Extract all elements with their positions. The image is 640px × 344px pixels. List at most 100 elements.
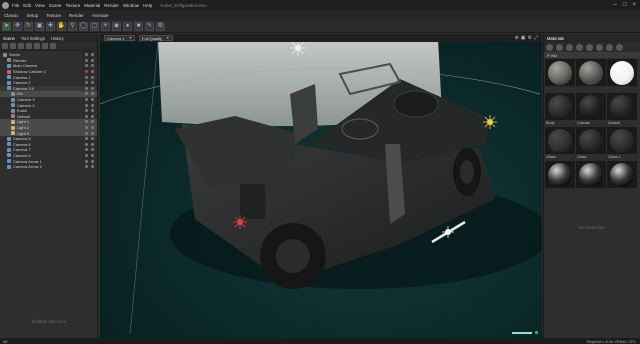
material-swatch[interactable]: Glass [576, 127, 606, 160]
delete-icon[interactable] [26, 43, 32, 49]
lock-toggle-icon[interactable] [91, 142, 94, 146]
maximize-icon[interactable]: □ [623, 1, 627, 9]
visibility-toggle-icon[interactable] [85, 109, 88, 113]
sphere-tool-icon[interactable]: ● [123, 21, 132, 31]
visibility-toggle-icon[interactable] [85, 70, 88, 74]
close-icon[interactable]: × [632, 1, 636, 9]
viewport-settings-icon[interactable]: ⚙ [528, 35, 532, 41]
material-tool-icon[interactable] [546, 43, 553, 51]
cube-tool-icon[interactable]: ■ [134, 21, 143, 31]
lock-toggle-icon[interactable] [91, 148, 94, 152]
material-swatch[interactable] [576, 59, 606, 92]
visibility-toggle-icon[interactable] [85, 64, 88, 68]
visibility-toggle-icon[interactable] [85, 131, 88, 135]
material-swatch[interactable]: Default [607, 93, 637, 126]
tab-scene[interactable]: Scene [0, 36, 18, 41]
camera-select[interactable]: Camera 1 ▼ [104, 35, 136, 41]
add-light-icon[interactable] [10, 43, 16, 49]
light-tool-icon[interactable]: ☀ [101, 21, 110, 31]
center-view-icon[interactable]: ⊕ [515, 35, 519, 41]
lock-toggle-icon[interactable] [91, 159, 94, 163]
minimize-icon[interactable]: – [614, 1, 617, 9]
viewport[interactable]: Camera 1 ▼ Full Quality ▼ ⊕ ▣ ⚙ ⤢ [100, 34, 542, 338]
lock-toggle-icon[interactable] [91, 103, 94, 107]
new-folder-icon[interactable] [2, 43, 8, 49]
zoom-tool-icon[interactable]: ⚲ [68, 21, 77, 31]
tab-materials[interactable]: Materials [544, 36, 567, 41]
menu-render[interactable]: Render [104, 3, 119, 8]
lock-toggle-icon[interactable] [91, 86, 94, 90]
menu-view[interactable]: View [35, 3, 45, 8]
material-swatch[interactable] [545, 59, 575, 92]
visibility-toggle-icon[interactable] [85, 92, 88, 96]
tab-history[interactable]: History [48, 36, 67, 41]
visibility-toggle-icon[interactable] [85, 159, 88, 163]
material-tool-icon[interactable] [586, 43, 593, 51]
menu-window[interactable]: Window [123, 3, 139, 8]
material-swatch[interactable] [576, 161, 606, 194]
frame-tool-icon[interactable]: ▢ [90, 21, 99, 31]
lock-toggle-icon[interactable] [91, 114, 94, 118]
lock-toggle-icon[interactable] [91, 153, 94, 157]
transform-tool-icon[interactable]: ✚ [46, 21, 55, 31]
frame-icon[interactable]: ▣ [521, 35, 526, 41]
brush-tool-icon[interactable]: ✎ [145, 21, 154, 31]
visibility-toggle-icon[interactable] [85, 81, 88, 85]
filter-icon[interactable] [34, 43, 40, 49]
menu-texture[interactable]: Texture [65, 3, 80, 8]
move-tool-icon[interactable]: ✥ [13, 21, 22, 31]
visibility-toggle-icon[interactable] [85, 165, 88, 169]
visibility-toggle-icon[interactable] [85, 98, 88, 102]
material-swatch[interactable] [607, 161, 637, 194]
visibility-toggle-icon[interactable] [85, 114, 88, 118]
visibility-toggle-icon[interactable] [85, 53, 88, 57]
light-gizmo-red[interactable] [233, 215, 247, 229]
material-tool-icon[interactable] [566, 43, 573, 51]
lock-toggle-icon[interactable] [91, 120, 94, 124]
lock-toggle-icon[interactable] [91, 131, 94, 135]
light-gizmo-yellow[interactable] [483, 115, 497, 129]
visibility-toggle-icon[interactable] [85, 58, 88, 62]
scale-tool-icon[interactable]: ▣ [35, 21, 44, 31]
lock-toggle-icon[interactable] [91, 75, 94, 79]
material-tool-icon[interactable] [596, 43, 603, 51]
visibility-toggle-icon[interactable] [85, 126, 88, 130]
group-icon[interactable] [42, 43, 48, 49]
rotate-tool-icon[interactable]: ↻ [24, 21, 33, 31]
lock-toggle-icon[interactable] [91, 81, 94, 85]
light-gizmo-top[interactable] [290, 40, 306, 56]
material-swatch[interactable]: Canvas [576, 93, 606, 126]
lock-toggle-icon[interactable] [91, 109, 94, 113]
visibility-icon[interactable] [50, 43, 56, 49]
lock-toggle-icon[interactable] [91, 165, 94, 169]
settings-tool-icon[interactable]: ⚙ [156, 21, 165, 31]
material-swatch[interactable] [545, 161, 575, 194]
visibility-toggle-icon[interactable] [85, 148, 88, 152]
material-swatch[interactable]: Body [545, 93, 575, 126]
visibility-toggle-icon[interactable] [85, 103, 88, 107]
add-camera-icon[interactable] [18, 43, 24, 49]
material-tool-icon[interactable] [556, 43, 563, 51]
mode-tab-texture[interactable]: Texture [42, 13, 65, 18]
camera-tool-icon[interactable]: ◉ [112, 21, 121, 31]
visibility-toggle-icon[interactable] [85, 142, 88, 146]
visibility-toggle-icon[interactable] [85, 153, 88, 157]
mode-tab-animate[interactable]: Animate [88, 13, 113, 18]
material-swatch[interactable] [607, 59, 637, 92]
menu-help[interactable]: Help [143, 3, 152, 8]
lock-toggle-icon[interactable] [91, 58, 94, 62]
menu-material[interactable]: Material [84, 3, 100, 8]
lock-toggle-icon[interactable] [91, 98, 94, 102]
menu-scene[interactable]: Scene [49, 3, 62, 8]
menu-file[interactable]: File [12, 3, 19, 8]
material-swatch[interactable]: Glass 1 [607, 127, 637, 160]
pan-tool-icon[interactable]: ✋ [57, 21, 66, 31]
lock-toggle-icon[interactable] [91, 137, 94, 141]
visibility-toggle-icon[interactable] [85, 86, 88, 90]
lock-toggle-icon[interactable] [91, 126, 94, 130]
visibility-toggle-icon[interactable] [85, 137, 88, 141]
mode-tab-setup[interactable]: Setup [23, 13, 43, 18]
expand-icon[interactable]: ⤢ [534, 35, 538, 41]
lock-toggle-icon[interactable] [91, 70, 94, 74]
material-swatch[interactable]: Glass [545, 127, 575, 160]
